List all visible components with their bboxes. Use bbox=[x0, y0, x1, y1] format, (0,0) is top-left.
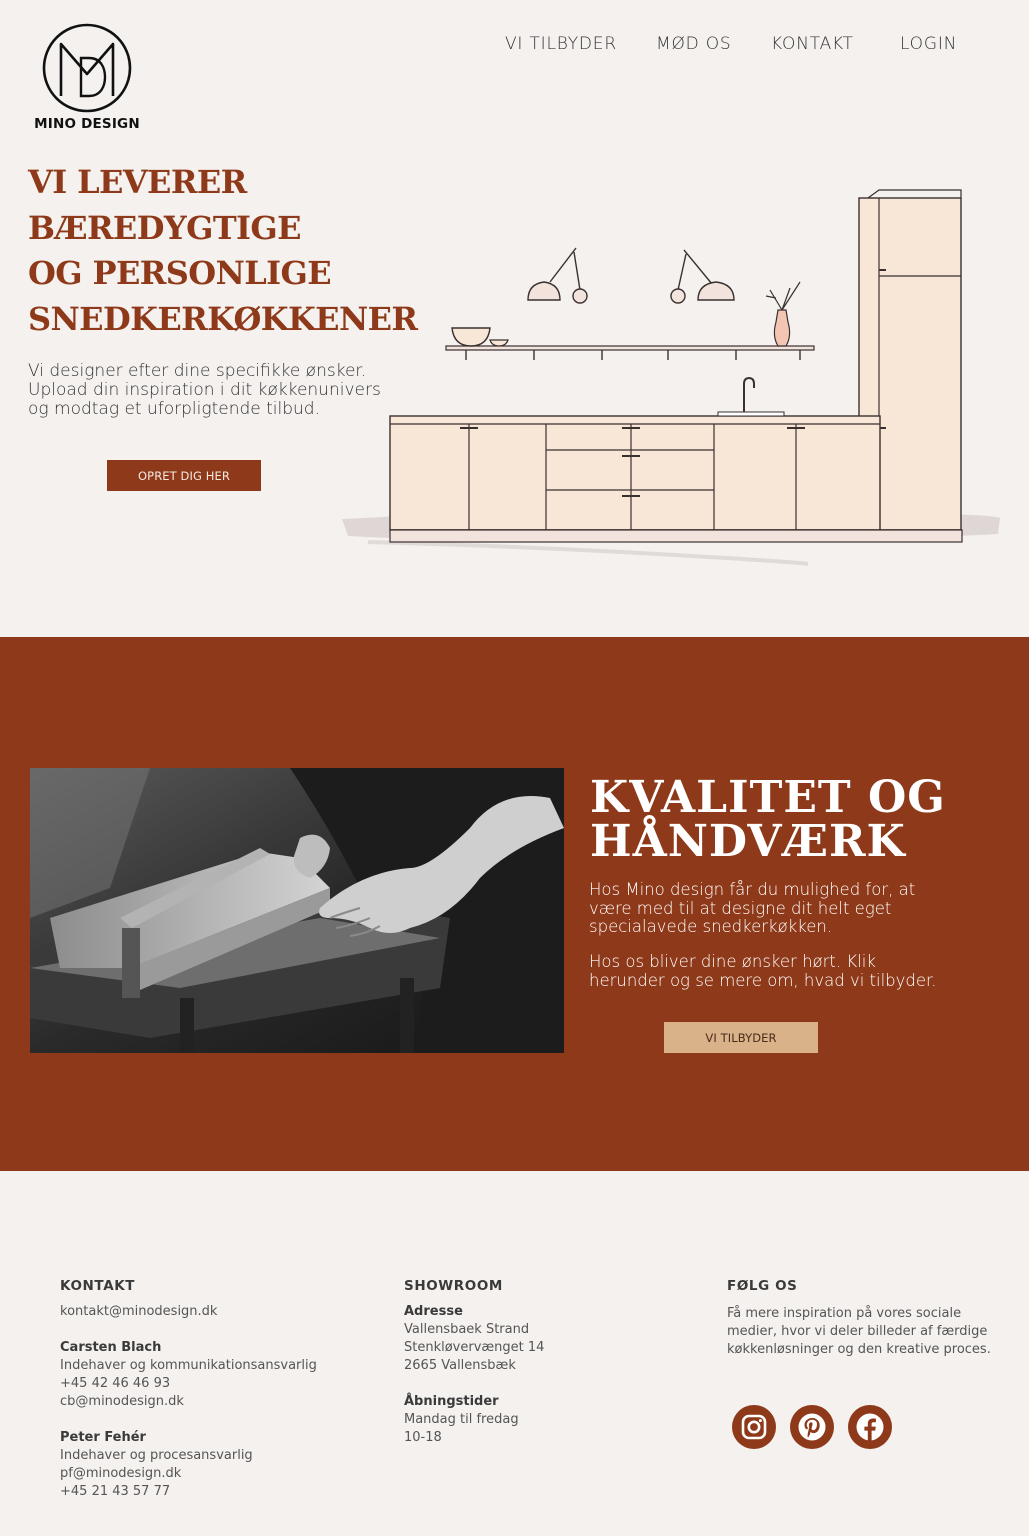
quality-text-line: specialavede snedkerkøkken. bbox=[589, 917, 833, 936]
address-label: Adresse bbox=[404, 1304, 463, 1319]
facebook-icon[interactable] bbox=[848, 1405, 892, 1449]
person-phone[interactable]: +45 21 43 57 77 bbox=[60, 1483, 360, 1501]
footer-heading: FØLG OS bbox=[727, 1278, 798, 1294]
follow-text-line: køkkenløsninger og den kreative proces. bbox=[727, 1342, 991, 1357]
main-nav: VI TILBYDER MØD OS KONTAKT LOGIN bbox=[0, 34, 1029, 58]
hours-label: Åbningstider bbox=[404, 1394, 499, 1409]
hours-line: 10-18 bbox=[404, 1430, 442, 1445]
quality-paragraph: Hos Mino design får du mulighed for, at … bbox=[589, 880, 999, 937]
nav-vi-tilbyder[interactable]: VI TILBYDER bbox=[505, 34, 617, 54]
footer-heading: KONTAKT bbox=[60, 1278, 136, 1294]
person-email-link[interactable]: pf@minodesign.dk bbox=[60, 1465, 360, 1483]
contact-email-link[interactable]: kontakt@minodesign.dk bbox=[60, 1303, 360, 1321]
person-name: Peter Fehér bbox=[60, 1430, 146, 1445]
quality-text-line: være med til at designe dit helt eget bbox=[589, 898, 892, 918]
person-role: Indehaver og kommunikationsansvarlig bbox=[60, 1358, 317, 1373]
craftsman-photo bbox=[30, 768, 564, 1053]
hours-line: Mandag til fredag bbox=[404, 1412, 519, 1427]
nav-kontakt[interactable]: KONTAKT bbox=[771, 34, 854, 54]
pinterest-glyph bbox=[798, 1413, 826, 1441]
quality-text-line: Hos Mino design får du mulighed for, at bbox=[589, 880, 916, 899]
signup-button[interactable]: OPRET DIG HER bbox=[107, 460, 261, 491]
person-email-link[interactable]: cb@minodesign.dk bbox=[60, 1393, 360, 1411]
address-line: 2665 Vallensbæk bbox=[404, 1358, 516, 1373]
follow-text-line: medier, hvor vi deler billeder af færdig… bbox=[727, 1324, 988, 1339]
quality-title: KVALITET OG HÅNDVÆRK bbox=[590, 776, 1010, 864]
nav-login[interactable]: LOGIN bbox=[900, 34, 957, 54]
vi-tilbyder-button[interactable]: VI TILBYDER bbox=[664, 1022, 818, 1053]
quality-text-line: Hos os bliver dine ønsker hørt. Klik bbox=[589, 952, 876, 971]
follow-text-line: Få mere inspiration på vores sociale bbox=[727, 1306, 962, 1321]
quality-paragraph: Hos os bliver dine ønsker hørt. Klik her… bbox=[589, 952, 999, 990]
footer-follow: FØLG OS Få mere inspiration på vores soc… bbox=[727, 1277, 997, 1359]
follow-text: Få mere inspiration på vores sociale med… bbox=[727, 1305, 997, 1359]
address-line: Vallensbaek Strand bbox=[404, 1322, 530, 1337]
footer-contact: KONTAKT kontakt@minodesign.dk Carsten Bl… bbox=[60, 1277, 360, 1501]
footer-showroom: SHOWROOM Adresse Vallensbaek Strand Sten… bbox=[404, 1277, 664, 1447]
person-role: Indehaver og procesansvarlig bbox=[60, 1448, 253, 1463]
facebook-glyph bbox=[856, 1413, 884, 1442]
quality-title-line: HÅNDVÆRK bbox=[590, 816, 906, 867]
instagram-glyph bbox=[741, 1414, 767, 1440]
quality-text-line: herunder og se mere om, hvad vi tilbyder… bbox=[589, 970, 937, 990]
quality-title-line: KVALITET OG bbox=[590, 772, 946, 823]
person-name: Carsten Blach bbox=[60, 1340, 162, 1355]
pinterest-icon[interactable] bbox=[790, 1405, 834, 1449]
nav-mod-os[interactable]: MØD OS bbox=[656, 34, 732, 54]
instagram-icon[interactable] bbox=[732, 1405, 776, 1449]
footer-heading: SHOWROOM bbox=[404, 1278, 503, 1294]
brand-name: MINO DESIGN bbox=[34, 116, 140, 132]
address-line: Stenkløvervænget 14 bbox=[404, 1340, 545, 1355]
kitchen-illustration bbox=[342, 189, 1000, 566]
person-phone[interactable]: +45 42 46 46 93 bbox=[60, 1375, 360, 1393]
